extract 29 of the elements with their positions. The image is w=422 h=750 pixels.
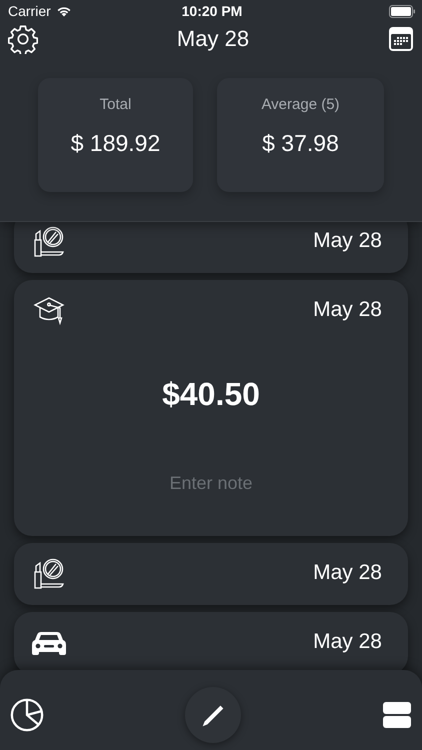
wifi-icon: [56, 5, 72, 17]
entry-card[interactable]: May 28: [14, 543, 408, 605]
amount-text: $40.50: [162, 376, 260, 413]
calendar-button[interactable]: [388, 26, 414, 52]
note-field[interactable]: Enter note: [111, 473, 311, 494]
summary-value: $ 37.98: [262, 130, 339, 157]
pie-chart-icon: [10, 698, 44, 732]
layout-button[interactable]: [382, 700, 412, 730]
date-title: May 28: [176, 26, 250, 52]
entry-card[interactable]: May 28: [14, 222, 408, 273]
settings-icon: [8, 24, 38, 54]
lipstick-mirror-icon: [32, 225, 66, 257]
stacked-rows-icon: [382, 700, 412, 730]
entry-card[interactable]: May 28 $40.50 Enter note: [14, 280, 408, 536]
entry-card[interactable]: May 28: [14, 612, 408, 670]
entry-date: May 28: [313, 298, 382, 322]
clock-time: 10:20 PM: [182, 3, 242, 19]
calendar-icon: [388, 26, 414, 52]
entry-date: May 28: [313, 229, 382, 253]
summary-label: Total: [100, 96, 132, 113]
entry-date: May 28: [313, 630, 382, 654]
carrier-label: Carrier: [8, 3, 51, 19]
settings-button[interactable]: [8, 24, 38, 54]
entry-date: May 28: [313, 561, 382, 585]
battery-icon: [388, 4, 416, 18]
lipstick-mirror-icon: [32, 557, 66, 589]
summary-label: Average (5): [261, 96, 340, 113]
summary-value: $ 189.92: [70, 130, 160, 157]
chart-button[interactable]: [10, 698, 44, 732]
